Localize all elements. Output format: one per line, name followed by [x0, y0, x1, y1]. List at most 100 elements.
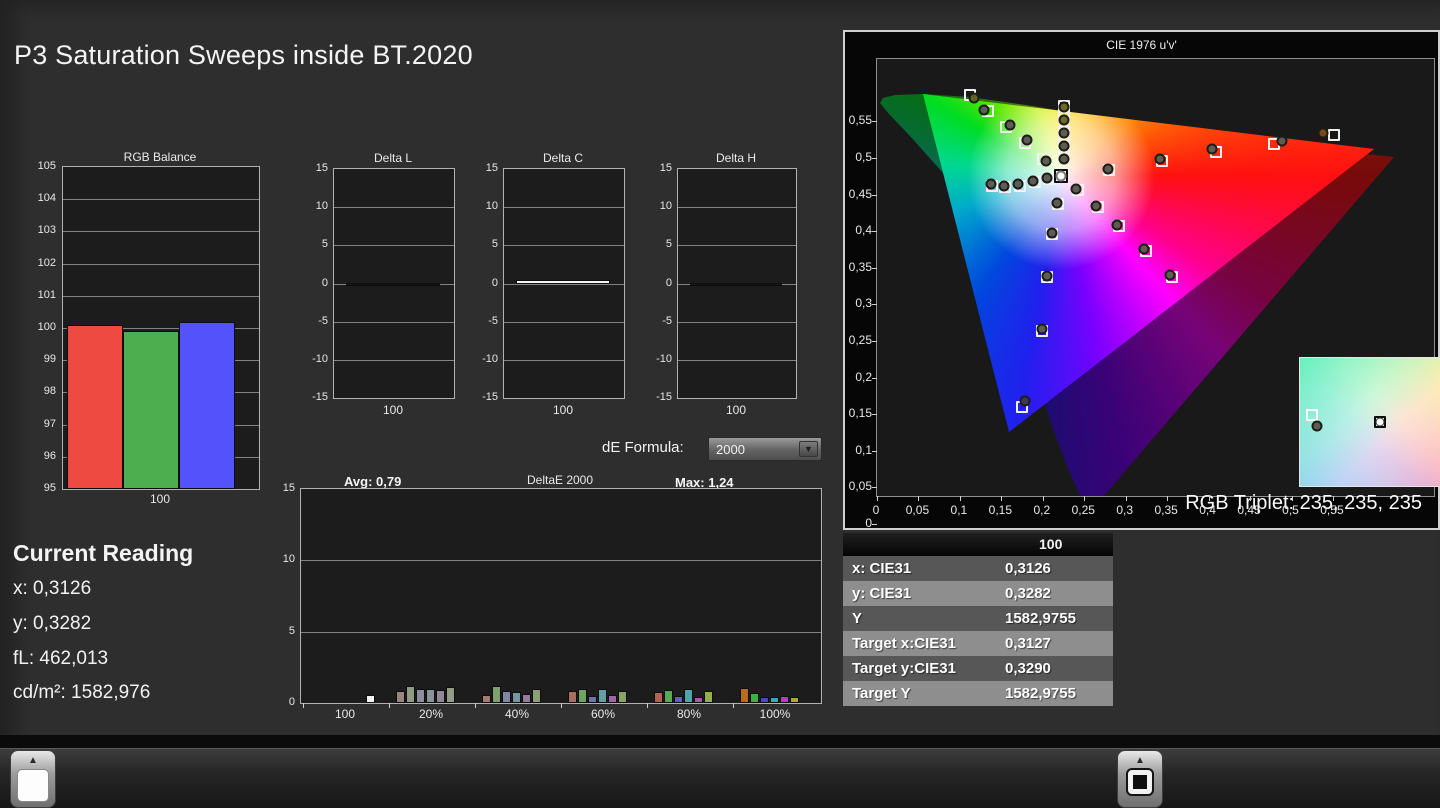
delta-value-bar [516, 280, 610, 284]
delta-chart-title: Delta L [373, 151, 413, 165]
x-tick-label: 100 [725, 403, 747, 417]
inset-measured [1311, 420, 1323, 432]
deltae-bar [482, 695, 491, 703]
grid-line [63, 199, 259, 201]
deltae-bar [750, 693, 759, 703]
cie-measured-cyan [998, 180, 1010, 192]
cie-x-tick-label: 0 [872, 503, 880, 517]
x-tick-label: 100% [759, 707, 791, 721]
table-row: Target y:CIE31 0,3290 [843, 656, 1113, 681]
deltae-bar [416, 688, 425, 703]
x-tick [647, 703, 648, 708]
y-tick-label: -15 [482, 391, 498, 403]
y-tick-label: 0 [321, 276, 328, 289]
grid-line [504, 359, 624, 361]
grid-line [63, 263, 259, 265]
chevron-down-icon[interactable]: ▼ [799, 441, 818, 457]
cie-y-tick-label: 0,3 [855, 296, 872, 311]
chevron-up-icon[interactable]: ▲ [1118, 751, 1162, 766]
grid-line [678, 321, 796, 323]
cie-y-tick [872, 194, 877, 196]
y-tick-label: 95 [43, 482, 56, 494]
cie-measured-yellow [1058, 140, 1070, 152]
y-tick-label: 15 [315, 162, 328, 174]
cie-measured-green [1004, 119, 1016, 131]
cie-x-tick-label: 0,15 [988, 503, 1013, 517]
deltae-bar [598, 688, 607, 703]
meter-popup-button[interactable]: ▲ [1117, 750, 1163, 808]
y-tick-label: 5 [321, 238, 328, 251]
deltae-bar [684, 688, 693, 703]
y-tick-label: 15 [485, 162, 498, 174]
cie-measured-cyan [1012, 178, 1024, 190]
y-tick-label: 10 [282, 553, 295, 566]
y-tick-label: 97 [43, 417, 56, 430]
chevron-up-icon[interactable]: ▲ [11, 751, 55, 766]
table-header: 100 [843, 533, 1113, 556]
y-tick-label: 15 [282, 482, 295, 494]
grid-line [678, 359, 796, 361]
cie-x-tick [1001, 496, 1003, 501]
deltae-bar [396, 690, 405, 703]
cie-measured-magenta [1164, 269, 1176, 281]
row-value: 0,3126 [1005, 560, 1051, 577]
pattern-popup-button[interactable]: ▲ [10, 750, 56, 808]
grid-line [334, 321, 454, 323]
deltae-bar [446, 687, 455, 703]
cie-measured-blue [1046, 227, 1057, 239]
deltae-bar [618, 690, 627, 703]
current-reading-x: x: 0,3126 [13, 578, 92, 599]
y-tick-label: -5 [488, 314, 498, 327]
delta-value-bar [346, 282, 440, 286]
de-formula-dropdown[interactable]: 2000 ▼ [708, 437, 822, 461]
cie-y-tick-label: 0,35 [848, 259, 872, 274]
grid-line [334, 359, 454, 361]
cie-y-tick [872, 267, 877, 269]
cie-x-tick [1250, 496, 1252, 501]
white-pattern-chip[interactable] [17, 769, 49, 802]
cie-y-tick-label: 0,4 [855, 223, 872, 238]
cie-x-tick [877, 496, 878, 501]
cie-measured-cyan [985, 178, 997, 190]
de-formula-label: dE Formula: [602, 439, 684, 456]
y-tick-label: -5 [318, 314, 328, 327]
cie-measured-blue [1036, 323, 1048, 335]
cie-current-measured [1055, 170, 1067, 182]
de-formula-value: 2000 [716, 441, 745, 457]
cie-y-tick-label: 0,1 [855, 442, 872, 457]
grid-line [504, 245, 624, 247]
y-tick-label: 104 [37, 192, 56, 205]
cie-measured-green [978, 104, 990, 116]
cie-x-tick [1042, 496, 1044, 501]
delta-chart-delta-l [333, 168, 455, 399]
measurement-table: 100 x: CIE31 0,3126 y: CIE31 0,3282 Y 15… [843, 533, 1113, 706]
cie-1976-diagram: RGB Triplet: 235, 235, 235 [872, 58, 1440, 525]
cie-y-tick [872, 487, 877, 489]
y-tick-label: 0 [491, 276, 498, 289]
inset-current [1374, 415, 1386, 428]
x-tick-label: 40% [504, 707, 530, 721]
x-tick [475, 703, 476, 708]
cie-y-tick [872, 377, 877, 379]
cie-chart-panel: CIE 1976 u'v' RGB Triplet: 235, 235, 235 [843, 30, 1440, 530]
row-label: Target Y [852, 685, 911, 702]
cie-target-red [1327, 129, 1340, 142]
deltae-bar [674, 695, 683, 703]
deltae-bar [760, 697, 769, 703]
deltae-bar [406, 685, 415, 703]
current-reading-title: Current Reading [13, 540, 194, 566]
cie-x-tick-label: 0,45 [1237, 503, 1261, 517]
deltae-bar [522, 694, 531, 703]
y-tick-label: 98 [43, 385, 56, 398]
x-tick [303, 703, 304, 708]
cie-x-tick-label: 0,55 [1320, 503, 1344, 517]
y-tick-label: -15 [656, 391, 672, 403]
cie-x-tick-label: 0,1 [950, 503, 968, 517]
x-tick-label: 100 [334, 707, 356, 721]
rgb-bar-red [67, 324, 123, 489]
rgb-balance-chart [62, 166, 260, 490]
y-tick-label: 102 [37, 256, 56, 269]
blank-pattern-button[interactable] [1126, 768, 1154, 796]
delta-value-bar [690, 282, 782, 286]
cie-y-tick [872, 341, 877, 342]
